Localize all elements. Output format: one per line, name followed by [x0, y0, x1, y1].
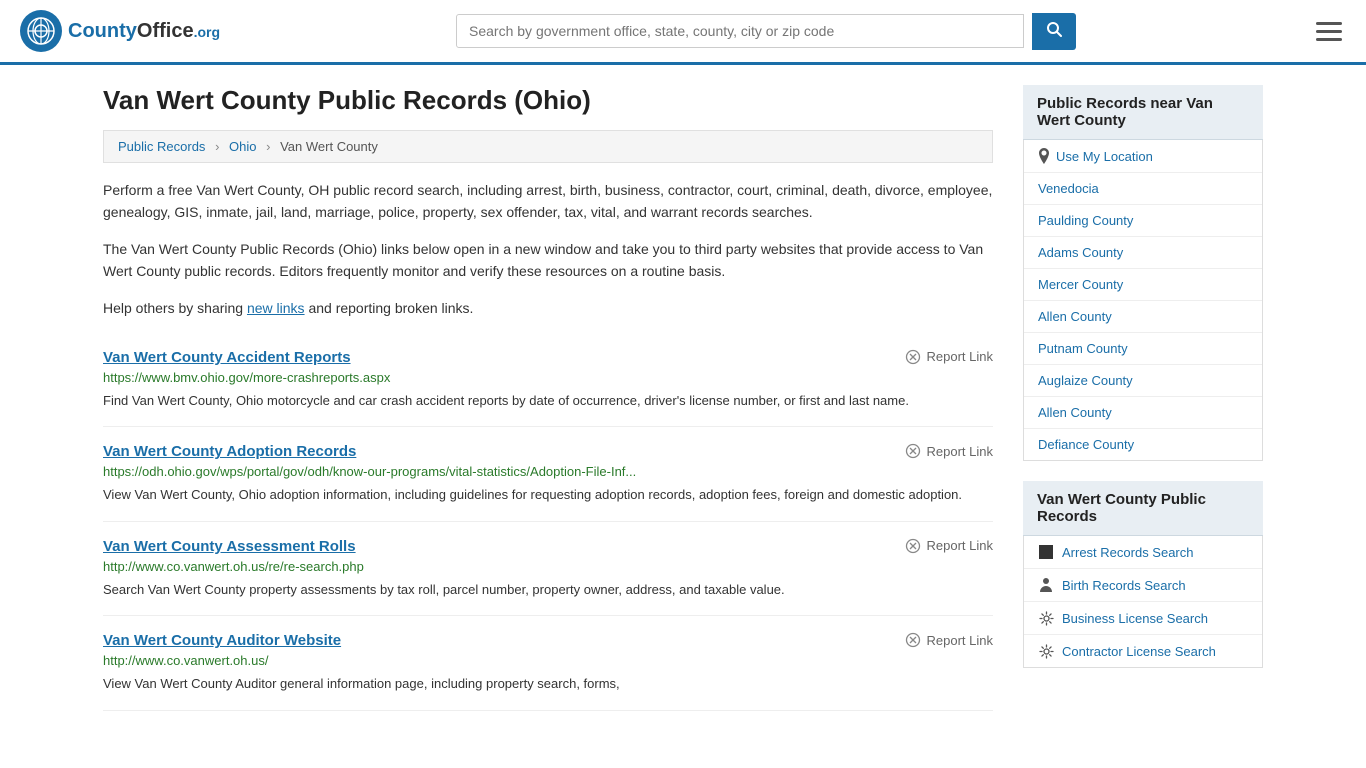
breadcrumb-sep-1: ›	[215, 139, 219, 154]
sidebar: Public Records near Van Wert County Use …	[1023, 85, 1263, 711]
sidebar-record-item-1[interactable]: Birth Records Search	[1024, 569, 1262, 602]
record-entry-1: Van Wert County Adoption Records Report …	[103, 427, 993, 522]
records-container: Van Wert County Accident Reports Report …	[103, 333, 993, 711]
report-label: Report Link	[927, 349, 993, 364]
nearby-item-5[interactable]: Putnam County	[1024, 333, 1262, 365]
site-header: CountyOffice.org	[0, 0, 1366, 65]
content-area: Van Wert County Public Records (Ohio) Pu…	[103, 85, 993, 711]
record-entry-2: Van Wert County Assessment Rolls Report …	[103, 522, 993, 617]
report-icon	[905, 538, 921, 554]
record-desc: Find Van Wert County, Ohio motorcycle an…	[103, 391, 993, 411]
nearby-link-0[interactable]: Venedocia	[1038, 181, 1099, 196]
nearby-item-1[interactable]: Paulding County	[1024, 205, 1262, 237]
search-area	[456, 13, 1076, 50]
nearby-link-6[interactable]: Auglaize County	[1038, 373, 1133, 388]
record-title[interactable]: Van Wert County Adoption Records	[103, 443, 356, 460]
sidebar-record-link-3[interactable]: Contractor License Search	[1062, 644, 1216, 659]
report-link-btn[interactable]: Report Link	[905, 443, 993, 459]
record-title-row: Van Wert County Assessment Rolls Report …	[103, 538, 993, 555]
breadcrumb-ohio[interactable]: Ohio	[229, 139, 256, 154]
report-icon	[905, 443, 921, 459]
record-title-row: Van Wert County Auditor Website Report L…	[103, 632, 993, 649]
description-1: Perform a free Van Wert County, OH publi…	[103, 179, 993, 224]
record-url[interactable]: https://odh.ohio.gov/wps/portal/gov/odh/…	[103, 464, 993, 479]
nearby-item-3[interactable]: Mercer County	[1024, 269, 1262, 301]
record-desc: Search Van Wert County property assessme…	[103, 580, 993, 600]
nearby-item-4[interactable]: Allen County	[1024, 301, 1262, 333]
record-entry-0: Van Wert County Accident Reports Report …	[103, 333, 993, 428]
use-location-link[interactable]: Use My Location	[1056, 149, 1153, 164]
gear-icon	[1038, 610, 1054, 626]
desc3-suffix: and reporting broken links.	[305, 300, 474, 316]
record-url[interactable]: https://www.bmv.ohio.gov/more-crashrepor…	[103, 370, 993, 385]
gear-icon	[1038, 643, 1054, 659]
menu-button[interactable]	[1312, 18, 1346, 45]
records-list: Arrest Records Search Birth Records Sear…	[1023, 536, 1263, 668]
nearby-header: Public Records near Van Wert County	[1023, 85, 1263, 140]
logo-icon	[20, 10, 62, 52]
desc3-prefix: Help others by sharing	[103, 300, 247, 316]
new-links-link[interactable]: new links	[247, 300, 305, 316]
nearby-item-6[interactable]: Auglaize County	[1024, 365, 1262, 397]
report-label: Report Link	[927, 538, 993, 553]
breadcrumb-sep-2: ›	[266, 139, 270, 154]
record-desc: View Van Wert County, Ohio adoption info…	[103, 485, 993, 505]
record-url[interactable]: http://www.co.vanwert.oh.us/	[103, 653, 993, 668]
records-section: Van Wert County Public Records Arrest Re…	[1023, 481, 1263, 668]
nearby-item-0[interactable]: Venedocia	[1024, 173, 1262, 205]
main-container: Van Wert County Public Records (Ohio) Pu…	[83, 65, 1283, 731]
sidebar-records: Arrest Records Search Birth Records Sear…	[1024, 536, 1262, 667]
nearby-items: Venedocia Paulding County Adams County Merc…	[1024, 173, 1262, 460]
nearby-link-8[interactable]: Defiance County	[1038, 437, 1134, 452]
records-section-header: Van Wert County Public Records	[1023, 481, 1263, 536]
breadcrumb: Public Records › Ohio › Van Wert County	[103, 130, 993, 163]
nearby-link-7[interactable]: Allen County	[1038, 405, 1112, 420]
search-button[interactable]	[1032, 13, 1076, 50]
nearby-link-5[interactable]: Putnam County	[1038, 341, 1128, 356]
breadcrumb-public-records[interactable]: Public Records	[118, 139, 205, 154]
record-title[interactable]: Van Wert County Accident Reports	[103, 349, 351, 366]
description-3: Help others by sharing new links and rep…	[103, 297, 993, 319]
nearby-item-8[interactable]: Defiance County	[1024, 429, 1262, 460]
arrest-icon	[1038, 544, 1054, 560]
logo-text: CountyOffice.org	[68, 20, 220, 42]
report-label: Report Link	[927, 633, 993, 648]
sidebar-record-link-2[interactable]: Business License Search	[1062, 611, 1208, 626]
record-title-row: Van Wert County Accident Reports Report …	[103, 349, 993, 366]
record-url[interactable]: http://www.co.vanwert.oh.us/re/re-search…	[103, 559, 993, 574]
description-2: The Van Wert County Public Records (Ohio…	[103, 238, 993, 283]
logo-area: CountyOffice.org	[20, 10, 220, 52]
report-icon	[905, 349, 921, 365]
use-my-location[interactable]: Use My Location	[1024, 140, 1262, 173]
sidebar-record-item-2[interactable]: Business License Search	[1024, 602, 1262, 635]
record-entry-3: Van Wert County Auditor Website Report L…	[103, 616, 993, 711]
location-icon	[1038, 148, 1050, 164]
page-title: Van Wert County Public Records (Ohio)	[103, 85, 993, 116]
record-title-row: Van Wert County Adoption Records Report …	[103, 443, 993, 460]
sidebar-record-link-0[interactable]: Arrest Records Search	[1062, 545, 1194, 560]
report-link-btn[interactable]: Report Link	[905, 349, 993, 365]
nearby-link-4[interactable]: Allen County	[1038, 309, 1112, 324]
person-icon	[1038, 577, 1054, 593]
record-desc: View Van Wert County Auditor general inf…	[103, 674, 993, 694]
record-title[interactable]: Van Wert County Assessment Rolls	[103, 538, 356, 555]
nearby-item-2[interactable]: Adams County	[1024, 237, 1262, 269]
report-link-btn[interactable]: Report Link	[905, 632, 993, 648]
record-title[interactable]: Van Wert County Auditor Website	[103, 632, 341, 649]
nearby-section: Public Records near Van Wert County Use …	[1023, 85, 1263, 461]
report-link-btn[interactable]: Report Link	[905, 538, 993, 554]
nearby-link-1[interactable]: Paulding County	[1038, 213, 1133, 228]
nearby-list: Use My Location Venedocia Paulding County…	[1023, 140, 1263, 461]
nearby-item-7[interactable]: Allen County	[1024, 397, 1262, 429]
sidebar-record-item-0[interactable]: Arrest Records Search	[1024, 536, 1262, 569]
report-label: Report Link	[927, 444, 993, 459]
nearby-link-3[interactable]: Mercer County	[1038, 277, 1123, 292]
sidebar-record-link-1[interactable]: Birth Records Search	[1062, 578, 1186, 593]
nearby-link-2[interactable]: Adams County	[1038, 245, 1123, 260]
report-icon	[905, 632, 921, 648]
sidebar-record-item-3[interactable]: Contractor License Search	[1024, 635, 1262, 667]
search-input[interactable]	[456, 14, 1024, 48]
breadcrumb-current: Van Wert County	[280, 139, 378, 154]
